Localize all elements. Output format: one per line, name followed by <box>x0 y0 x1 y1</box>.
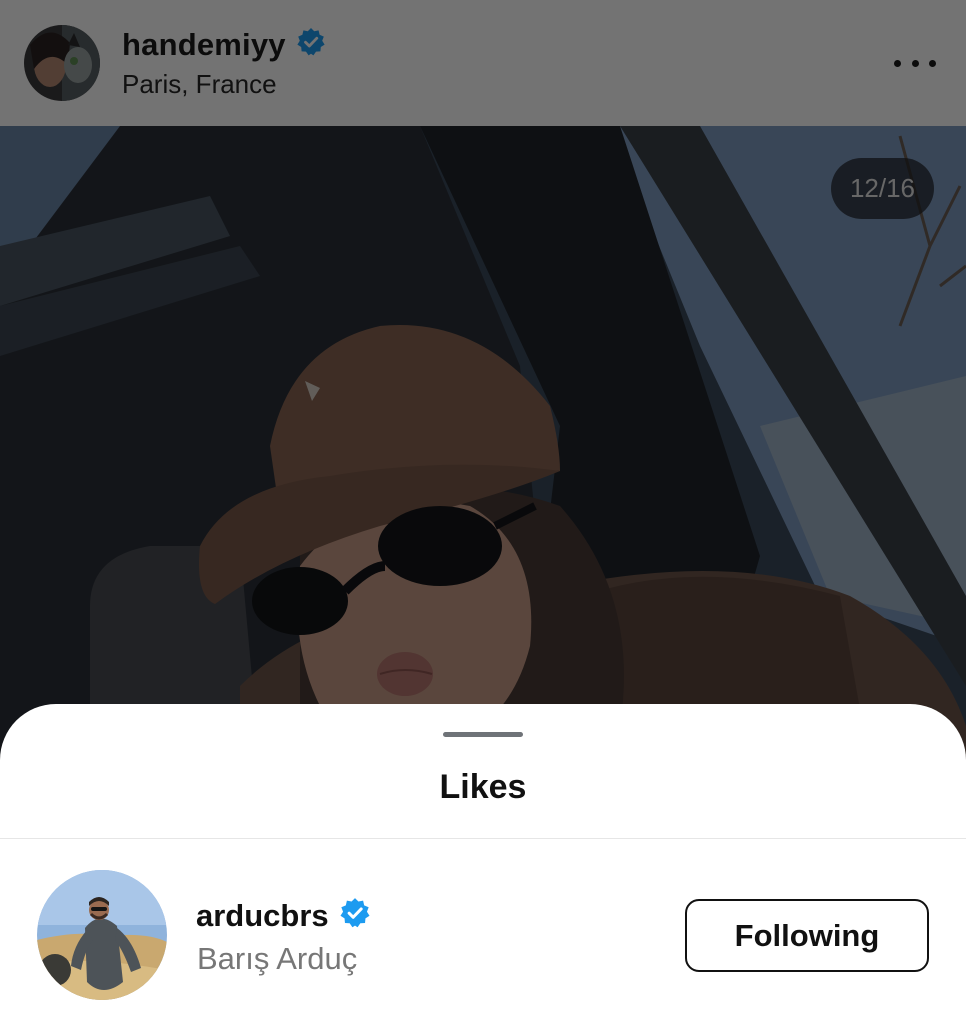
post-photo[interactable] <box>0 126 966 766</box>
photo-counter: 12/16 <box>831 158 934 219</box>
liker-username[interactable]: arducbrs <box>196 898 329 934</box>
post-header: handemiyy Paris, France <box>0 0 966 126</box>
sheet-drag-handle[interactable] <box>443 732 523 737</box>
verified-badge-icon <box>339 897 371 934</box>
liker-full-name: Barış Arduç <box>197 941 358 976</box>
post-author-avatar[interactable] <box>24 25 100 101</box>
post-location[interactable]: Paris, France <box>122 69 326 100</box>
list-item[interactable]: arducbrs Barış Arduç Following <box>0 839 966 1024</box>
post-author-username[interactable]: handemiyy <box>122 27 286 63</box>
likes-sheet: Likes arducbrs Barış Arduç Following <box>0 704 966 1024</box>
following-button[interactable]: Following <box>685 899 929 972</box>
verified-badge-icon <box>296 27 326 62</box>
more-options-icon[interactable] <box>894 48 936 78</box>
avatar[interactable] <box>37 870 167 1000</box>
sheet-title: Likes <box>439 768 527 806</box>
